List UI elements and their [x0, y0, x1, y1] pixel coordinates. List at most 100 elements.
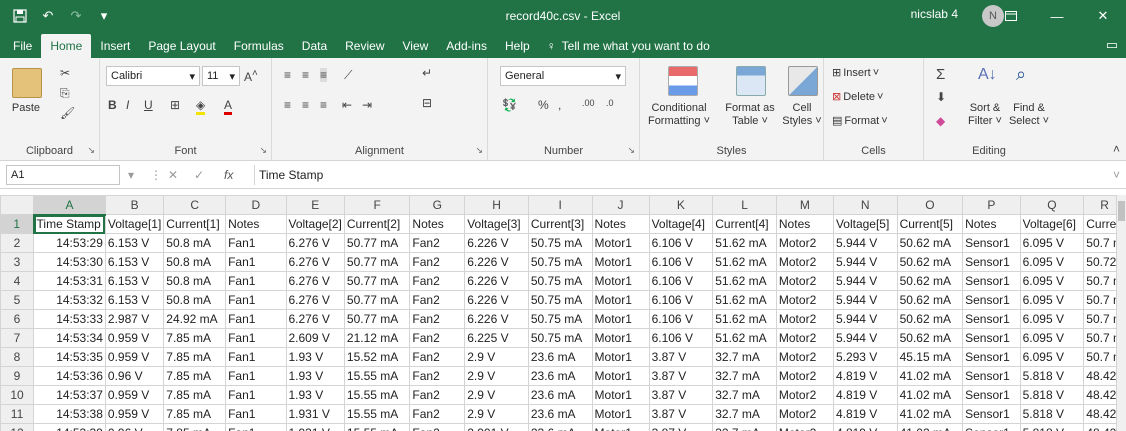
cell-g6[interactable]: Fan2 — [409, 309, 466, 329]
cell-k4[interactable]: 6.106 V — [648, 271, 714, 291]
cell-e9[interactable]: 1.93 V — [285, 366, 345, 386]
cell-p12[interactable]: Sensor1 — [962, 423, 1021, 431]
decrease-decimal-icon[interactable]: .0 — [606, 98, 614, 108]
tab-review[interactable]: Review — [336, 34, 393, 58]
cell-d2[interactable]: Fan1 — [225, 233, 287, 253]
cell-l12[interactable]: 32.7 mA — [712, 423, 777, 431]
column-header-o[interactable]: O — [896, 195, 964, 215]
cell-n2[interactable]: 5.944 V — [832, 233, 898, 253]
column-header-f[interactable]: F — [343, 195, 411, 215]
cell-n9[interactable]: 4.819 V — [832, 366, 898, 386]
cell-q5[interactable]: 6.095 V — [1019, 290, 1085, 310]
align-right-icon[interactable]: ≡ — [320, 98, 327, 112]
cell-c3[interactable]: 50.8 mA — [163, 252, 227, 272]
cell-p7[interactable]: Sensor1 — [962, 328, 1021, 348]
cell-f9[interactable]: 15.55 mA — [343, 366, 411, 386]
cell-m3[interactable]: Motor2 — [775, 252, 834, 272]
cell-g7[interactable]: Fan2 — [409, 328, 466, 348]
cell-a10[interactable]: 14:53:37 — [33, 385, 106, 405]
cell-m5[interactable]: Motor2 — [775, 290, 834, 310]
cell-a6[interactable]: 14:53:33 — [33, 309, 106, 329]
cell-l3[interactable]: 51.62 mA — [712, 252, 777, 272]
accounting-format-icon[interactable]: 💱 — [502, 98, 517, 112]
cell-j9[interactable]: Motor1 — [591, 366, 650, 386]
cell-a9[interactable]: 14:53:36 — [33, 366, 106, 386]
formula-input[interactable]: Time Stamp — [254, 165, 1114, 185]
cell-q7[interactable]: 6.095 V — [1019, 328, 1085, 348]
close-icon[interactable]: ✕ — [1080, 0, 1126, 32]
cell-m8[interactable]: Motor2 — [775, 347, 834, 367]
cell-o7[interactable]: 50.62 mA — [896, 328, 964, 348]
cell-d3[interactable]: Fan1 — [225, 252, 287, 272]
save-icon[interactable] — [8, 4, 32, 28]
row-header[interactable]: 7 — [0, 328, 35, 348]
cell-p6[interactable]: Sensor1 — [962, 309, 1021, 329]
cell-d1[interactable]: Notes — [225, 214, 287, 234]
cell-n6[interactable]: 5.944 V — [832, 309, 898, 329]
cell-a12[interactable]: 14:53:39 — [33, 423, 106, 431]
fill-icon[interactable]: ⬇ — [936, 90, 946, 104]
cell-q9[interactable]: 5.818 V — [1019, 366, 1085, 386]
format-cells-button[interactable]: ▤ Format ˅ — [832, 114, 888, 128]
cell-n1[interactable]: Voltage[5] — [832, 214, 898, 234]
cell-j3[interactable]: Motor1 — [591, 252, 650, 272]
row-header[interactable]: 12 — [0, 423, 35, 431]
cell-d8[interactable]: Fan1 — [225, 347, 287, 367]
format-as-table-icon[interactable] — [736, 66, 766, 96]
cell-h6[interactable]: 6.226 V — [464, 309, 529, 329]
tab-file[interactable]: File — [4, 34, 41, 58]
column-header-d[interactable]: D — [225, 195, 287, 215]
cell-j6[interactable]: Motor1 — [591, 309, 650, 329]
cell-c9[interactable]: 7.85 mA — [163, 366, 227, 386]
cell-b10[interactable]: 0.959 V — [104, 385, 165, 405]
cell-b8[interactable]: 0.959 V — [104, 347, 165, 367]
row-header[interactable]: 10 — [0, 385, 35, 405]
select-all-corner[interactable] — [0, 195, 35, 215]
align-bottom-icon[interactable]: ≡ — [320, 68, 328, 82]
cell-k11[interactable]: 3.87 V — [648, 404, 714, 424]
tab-add-ins[interactable]: Add-ins — [437, 34, 496, 58]
cell-p9[interactable]: Sensor1 — [962, 366, 1021, 386]
cell-h5[interactable]: 6.226 V — [464, 290, 529, 310]
cell-n12[interactable]: 4.819 V — [832, 423, 898, 431]
cell-k7[interactable]: 6.106 V — [648, 328, 714, 348]
cell-c7[interactable]: 7.85 mA — [163, 328, 227, 348]
cut-icon[interactable]: ✂ — [60, 66, 70, 80]
find-icon[interactable]: ⌕ — [1016, 64, 1026, 85]
cell-o9[interactable]: 41.02 mA — [896, 366, 964, 386]
cell-i1[interactable]: Current[3] — [527, 214, 593, 234]
cell-f5[interactable]: 50.77 mA — [343, 290, 411, 310]
row-header[interactable]: 2 — [0, 233, 35, 253]
cell-b2[interactable]: 6.153 V — [104, 233, 165, 253]
cell-l4[interactable]: 51.62 mA — [712, 271, 777, 291]
cell-e1[interactable]: Voltage[2] — [285, 214, 345, 234]
cell-k8[interactable]: 3.87 V — [648, 347, 714, 367]
column-header-q[interactable]: Q — [1019, 195, 1085, 215]
cell-e4[interactable]: 6.276 V — [285, 271, 345, 291]
italic-button[interactable]: I — [126, 98, 129, 112]
cell-g8[interactable]: Fan2 — [409, 347, 466, 367]
cell-i5[interactable]: 50.75 mA — [527, 290, 593, 310]
cell-a8[interactable]: 14:53:35 — [33, 347, 106, 367]
cell-styles-button[interactable]: Cell Styles ˅ — [780, 102, 824, 128]
cell-a5[interactable]: 14:53:32 — [33, 290, 106, 310]
cell-m2[interactable]: Motor2 — [775, 233, 834, 253]
cell-q12[interactable]: 5.818 V — [1019, 423, 1085, 431]
cell-c11[interactable]: 7.85 mA — [163, 404, 227, 424]
cell-b6[interactable]: 2.987 V — [104, 309, 165, 329]
minimize-icon[interactable]: — — [1034, 0, 1080, 32]
cell-j1[interactable]: Notes — [591, 214, 650, 234]
collapse-ribbon-icon[interactable]: ˄ — [1113, 142, 1120, 156]
cell-k10[interactable]: 3.87 V — [648, 385, 714, 405]
sort-filter-icon[interactable]: A↓ — [978, 66, 997, 84]
cell-l10[interactable]: 32.7 mA — [712, 385, 777, 405]
row-header[interactable]: 1 — [0, 214, 35, 234]
cell-p2[interactable]: Sensor1 — [962, 233, 1021, 253]
row-header[interactable]: 9 — [0, 366, 35, 386]
cell-j10[interactable]: Motor1 — [591, 385, 650, 405]
cell-j8[interactable]: Motor1 — [591, 347, 650, 367]
redo-icon[interactable]: ↷ — [64, 4, 88, 28]
fill-color-icon[interactable]: ◈ — [196, 98, 206, 115]
cell-o1[interactable]: Current[5] — [896, 214, 964, 234]
cell-d7[interactable]: Fan1 — [225, 328, 287, 348]
